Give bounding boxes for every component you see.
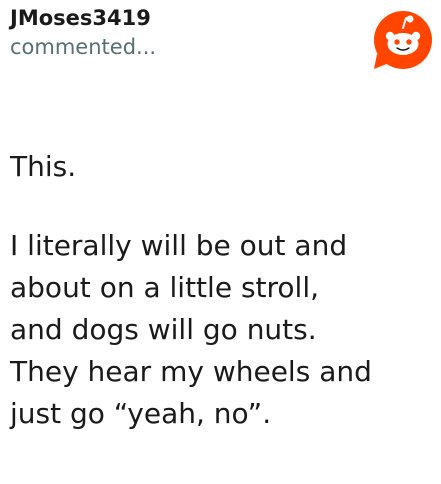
comment-header: JMoses3419 commented... xyxy=(10,4,350,62)
comment-card: JMoses3419 commented... This. I literall… xyxy=(0,0,441,484)
reddit-snoo-icon xyxy=(374,11,432,69)
comment-body: This. I literally will be out and about … xyxy=(10,146,435,435)
comment-paragraph: I literally will be out and about on a l… xyxy=(10,229,372,430)
username[interactable]: JMoses3419 xyxy=(10,4,350,32)
comment-paragraph: This. xyxy=(10,150,77,183)
comment-action-label: commented... xyxy=(10,35,157,59)
